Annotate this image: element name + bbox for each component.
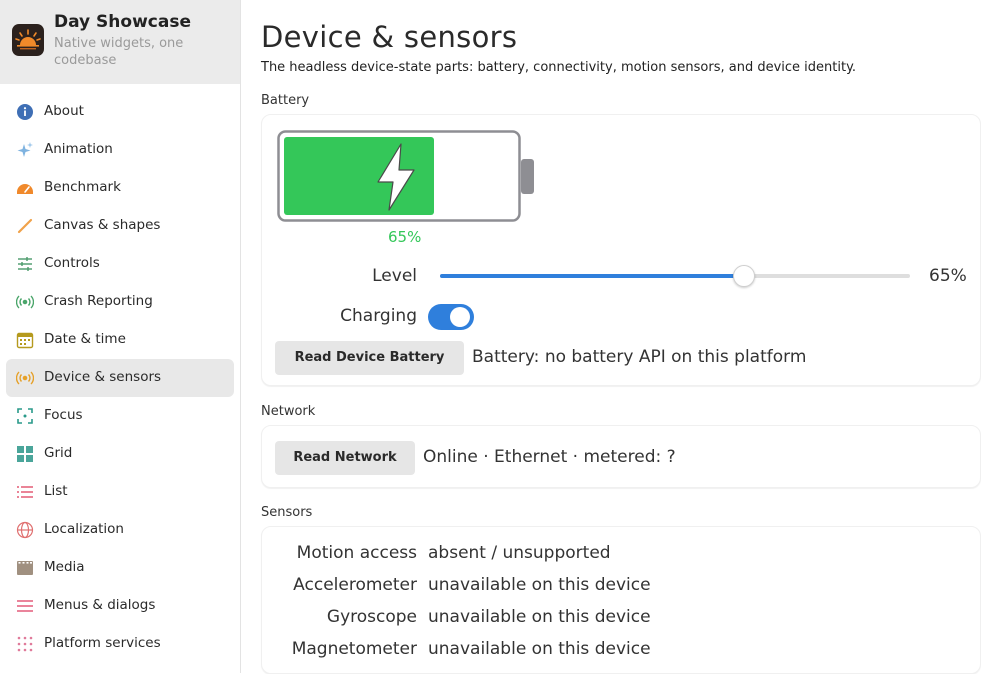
menu-icon	[16, 597, 34, 615]
brush-icon	[16, 217, 34, 235]
sidebar-item-label: Controls	[44, 255, 100, 271]
sidebar-item-device-sensors[interactable]: Device & sensors	[6, 359, 234, 397]
sidebar-item-label: Media	[44, 559, 85, 575]
sidebar-item-label: Animation	[44, 141, 113, 157]
level-value: 65%	[929, 266, 967, 286]
level-slider[interactable]	[440, 265, 910, 287]
battery-percent-label: 65%	[388, 228, 422, 246]
sidebar-item-label: Canvas & shapes	[44, 217, 161, 233]
gyroscope-label: Gyroscope	[326, 607, 417, 627]
page-title: Device & sensors	[261, 20, 518, 54]
sidebar-item-label: Device & sensors	[44, 369, 162, 385]
sidebar-item-label: Menus & dialogs	[44, 597, 156, 613]
sidebar-item-focus[interactable]: Focus	[6, 397, 234, 435]
app-title: Day Showcase	[54, 12, 191, 32]
app-header: Day Showcase Native widgets, one codebas…	[0, 0, 240, 84]
sidebar-item-benchmark[interactable]: Benchmark	[6, 169, 234, 207]
sidebar-item-localization[interactable]: Localization	[6, 511, 234, 549]
sidebar-item-label: Crash Reporting	[44, 293, 153, 309]
level-label: Level	[372, 266, 417, 286]
grid-icon	[16, 445, 34, 463]
battery-fill	[284, 137, 434, 215]
globe-icon	[16, 521, 34, 539]
toggle-knob	[450, 307, 470, 327]
sidebar-item-crash-reporting[interactable]: Crash Reporting	[6, 283, 234, 321]
magnetometer-value: unavailable on this device	[428, 639, 651, 659]
sidebar-item-animation[interactable]: Animation	[6, 131, 234, 169]
list-icon	[16, 483, 34, 501]
dots-grid-icon	[16, 635, 34, 653]
network-status: Online · Ethernet · metered: ?	[423, 447, 676, 467]
read-network-button[interactable]: Read Network	[275, 441, 415, 475]
sidebar-item-canvas[interactable]: Canvas & shapes	[6, 207, 234, 245]
gyroscope-value: unavailable on this device	[428, 607, 651, 627]
charging-toggle[interactable]	[428, 304, 474, 330]
sidebar-item-label: Grid	[44, 445, 73, 461]
calendar-icon	[16, 331, 34, 349]
sidebar-item-about[interactable]: About	[6, 93, 234, 131]
sidebar-item-label: Focus	[44, 407, 83, 423]
sidebar-item-menus-dialogs[interactable]: Menus & dialogs	[6, 587, 234, 625]
charging-label: Charging	[340, 306, 417, 326]
sensors-section-label: Sensors	[261, 505, 313, 520]
info-icon	[16, 103, 34, 121]
sidebar-nav: About Animation Benchmark Canvas & shape…	[0, 93, 240, 663]
focus-icon	[16, 407, 34, 425]
battery-graphic	[277, 130, 537, 222]
sunrise-logo-icon	[12, 24, 44, 56]
read-device-battery-button[interactable]: Read Device Battery	[275, 341, 464, 375]
sensors-card: Motion access absent / unsupported Accel…	[261, 526, 981, 674]
sidebar-item-label: Platform services	[44, 635, 161, 651]
sidebar-item-grid[interactable]: Grid	[6, 435, 234, 473]
sidebar-item-controls[interactable]: Controls	[6, 245, 234, 283]
page-description: The headless device-state parts: battery…	[261, 60, 857, 75]
main-content: Device & sensors The headless device-sta…	[241, 0, 981, 674]
sidebar-item-media[interactable]: Media	[6, 549, 234, 587]
accelerometer-label: Accelerometer	[293, 575, 417, 595]
slider-fill	[440, 274, 743, 278]
sidebar-item-label: Localization	[44, 521, 124, 537]
sidebar-item-list[interactable]: List	[6, 473, 234, 511]
slider-thumb[interactable]	[733, 265, 755, 287]
battery-status: Battery: no battery API on this platform	[472, 347, 807, 367]
sensor-icon	[15, 369, 35, 387]
sparkle-icon	[16, 141, 34, 159]
magnetometer-label: Magnetometer	[291, 639, 417, 659]
battery-card: 65% Level 65% Charging Read Device Batte…	[261, 114, 981, 386]
sidebar-item-date-time[interactable]: Date & time	[6, 321, 234, 359]
sidebar-item-label: Benchmark	[44, 179, 121, 195]
network-card: Read Network Online · Ethernet · metered…	[261, 425, 981, 488]
film-icon	[16, 559, 34, 577]
accelerometer-value: unavailable on this device	[428, 575, 651, 595]
sidebar: Day Showcase Native widgets, one codebas…	[0, 0, 241, 673]
motion-access-label: Motion access	[296, 543, 417, 563]
gauge-icon	[16, 179, 34, 197]
motion-access-value: absent / unsupported	[428, 543, 611, 563]
app-subtitle: Native widgets, one codebase	[54, 36, 184, 68]
sidebar-item-label: List	[44, 483, 68, 499]
broadcast-icon	[15, 293, 35, 311]
battery-section-label: Battery	[261, 93, 310, 108]
sliders-icon	[16, 255, 34, 273]
sidebar-item-label: Date & time	[44, 331, 126, 347]
network-section-label: Network	[261, 404, 316, 419]
sidebar-item-label: About	[44, 103, 84, 119]
sidebar-item-platform-services[interactable]: Platform services	[6, 625, 234, 663]
